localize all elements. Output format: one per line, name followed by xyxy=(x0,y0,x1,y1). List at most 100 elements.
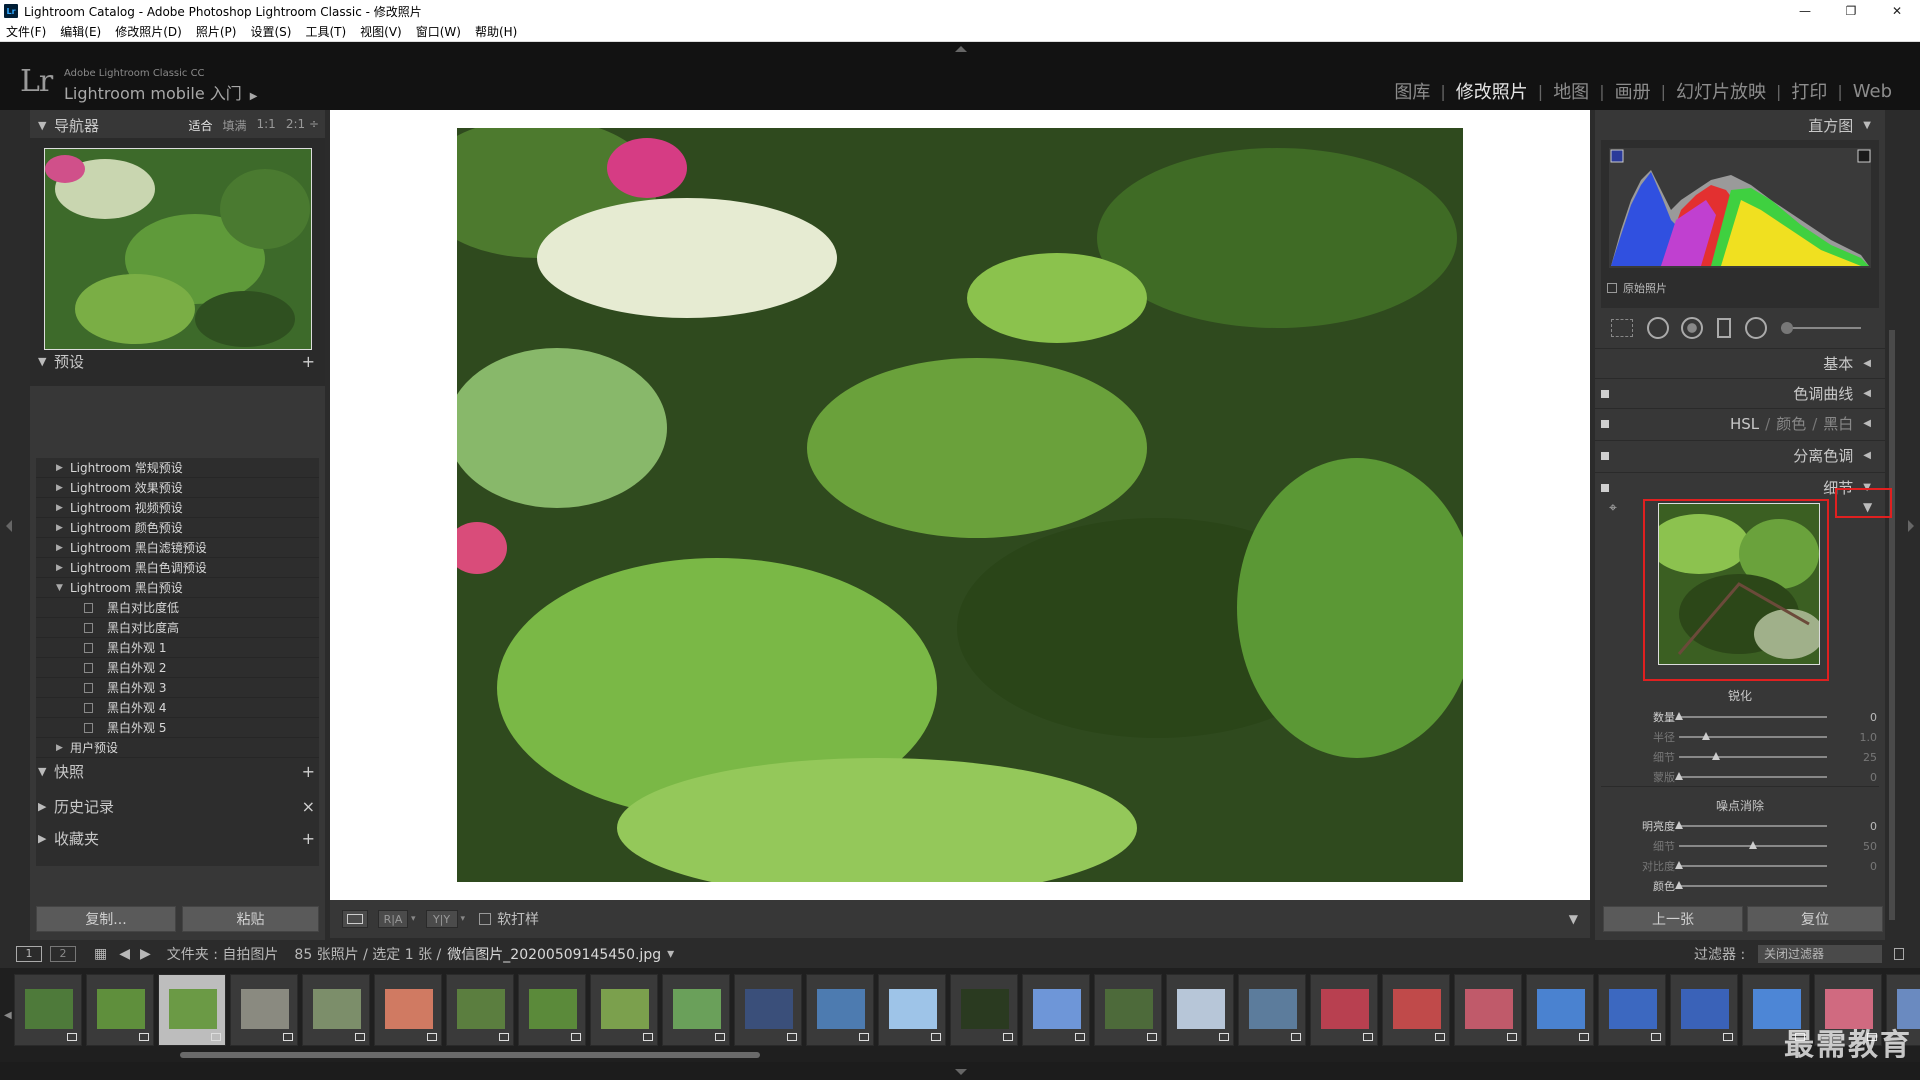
filmstrip-thumbnail[interactable] xyxy=(86,974,154,1046)
panel-toggle-icon[interactable] xyxy=(1601,451,1609,460)
menu-tools[interactable]: 工具(T) xyxy=(305,23,346,40)
sharp-slider-row[interactable]: 细节 25 xyxy=(1595,747,1885,767)
loupe-view-icon[interactable] xyxy=(342,910,368,928)
graduated-filter-icon[interactable] xyxy=(1717,318,1731,338)
sharp-slider-row[interactable]: 数量 0 xyxy=(1595,707,1885,727)
red-eye-icon[interactable] xyxy=(1681,317,1703,339)
filmstrip-thumbnail[interactable] xyxy=(734,974,802,1046)
sharp-slider-row[interactable]: 半径 1.0 xyxy=(1595,727,1885,747)
sharp-slider-value[interactable]: 1.0 xyxy=(1860,731,1878,744)
crop-icon[interactable] xyxy=(1611,319,1633,337)
previous-button[interactable]: 上一张 xyxy=(1603,906,1743,932)
histogram-header[interactable]: 直方图 ▼ xyxy=(1595,110,1885,140)
sharp-slider-knob[interactable] xyxy=(1675,712,1683,720)
sharp-slider-value[interactable]: 25 xyxy=(1863,751,1877,764)
preset-group[interactable]: ▶ 用户预设 xyxy=(36,738,319,758)
module-library[interactable]: 图库 xyxy=(1384,78,1440,104)
sharp-slider-row[interactable]: 蒙版 0 xyxy=(1595,767,1885,787)
preset-item[interactable]: 黑白外观 2 xyxy=(36,658,319,678)
collections-header[interactable]: ▶ 收藏夹 + xyxy=(30,825,325,851)
toolbar-menu-arrow-icon[interactable]: ▼ xyxy=(1569,912,1578,926)
add-snapshot-icon[interactable]: + xyxy=(302,762,315,781)
preset-item[interactable]: 黑白外观 1 xyxy=(36,638,319,658)
radial-filter-icon[interactable] xyxy=(1745,317,1767,339)
preset-item[interactable]: 黑白外观 4 xyxy=(36,698,319,718)
module-slideshow[interactable]: 幻灯片放映 xyxy=(1666,78,1776,104)
selected-filename[interactable]: 微信图片_20200509145450.jpg xyxy=(447,944,661,964)
preset-item[interactable]: 黑白对比度高 xyxy=(36,618,319,638)
menu-edit[interactable]: 编辑(E) xyxy=(60,23,101,40)
adjustment-brush-slider[interactable] xyxy=(1781,322,1861,334)
module-develop[interactable]: 修改照片 xyxy=(1446,78,1538,104)
before-after-view-button[interactable]: R|A xyxy=(378,910,408,928)
menu-view[interactable]: 视图(V) xyxy=(360,23,402,40)
restore-icon[interactable]: ❐ xyxy=(1828,0,1874,22)
collapse-bottom-arrow-icon[interactable] xyxy=(955,1069,967,1075)
noise-slider-knob[interactable] xyxy=(1675,861,1683,869)
filter-select[interactable]: 关闭过滤器 xyxy=(1758,945,1882,963)
preset-group[interactable]: ▶ Lightroom 视频预设 xyxy=(36,498,319,518)
menu-photo[interactable]: 照片(P) xyxy=(196,23,237,40)
back-arrow-icon[interactable]: ◀ xyxy=(119,946,130,962)
panel-toggle-icon[interactable] xyxy=(1601,419,1609,428)
module-map[interactable]: 地图 xyxy=(1543,78,1599,104)
brush-knob[interactable] xyxy=(1781,322,1793,334)
filmstrip-thumbnail[interactable] xyxy=(950,974,1018,1046)
original-photo-toggle[interactable]: 原始照片 xyxy=(1607,280,1667,296)
noise-slider-knob[interactable] xyxy=(1749,841,1757,849)
paste-button[interactable]: 粘贴 xyxy=(182,906,319,932)
filmstrip-thumbnail[interactable] xyxy=(14,974,82,1046)
noise-slider-value[interactable]: 0 xyxy=(1870,820,1877,833)
preset-group[interactable]: ▶ Lightroom 颜色预设 xyxy=(36,518,319,538)
reset-button[interactable]: 复位 xyxy=(1747,906,1883,932)
hsl-header[interactable]: HSL / 颜色 / 黑白 ◀ xyxy=(1595,408,1885,438)
navigator-header[interactable]: ▼ 导航器 适合 填满 1:1 2:1 ÷ xyxy=(30,112,325,138)
module-web[interactable]: Web xyxy=(1843,81,1902,102)
forward-arrow-icon[interactable]: ▶ xyxy=(140,946,151,962)
noise-slider-row[interactable]: 细节 50 xyxy=(1595,836,1885,856)
filmstrip-thumbnail[interactable] xyxy=(374,974,442,1046)
noise-slider-knob[interactable] xyxy=(1675,881,1683,889)
filmstrip-scrollbar[interactable] xyxy=(180,1052,760,1058)
history-header[interactable]: ▶ 历史记录 × xyxy=(30,793,325,819)
image-canvas[interactable] xyxy=(330,110,1590,900)
zoom-1-1[interactable]: 1:1 xyxy=(257,117,276,134)
module-print[interactable]: 打印 xyxy=(1781,78,1837,104)
presets-header[interactable]: ▼ 预设 + xyxy=(30,348,325,374)
filmstrip-thumbnail[interactable] xyxy=(1382,974,1450,1046)
snapshots-header[interactable]: ▼ 快照 + xyxy=(30,758,325,784)
source-label[interactable]: 文件夹 : 自拍图片 xyxy=(167,944,279,964)
filmstrip-left-arrow-icon[interactable]: ◀ xyxy=(4,1010,12,1021)
filename-dropdown-icon[interactable]: ▾ xyxy=(667,946,674,962)
preset-item[interactable]: 黑白外观 5 xyxy=(36,718,319,738)
preset-group[interactable]: ▶ Lightroom 黑白色调预设 xyxy=(36,558,319,578)
minimize-icon[interactable]: — xyxy=(1782,0,1828,22)
menu-window[interactable]: 窗口(W) xyxy=(416,23,461,40)
noise-slider-knob[interactable] xyxy=(1675,821,1683,829)
spot-removal-icon[interactable] xyxy=(1647,317,1669,339)
noise-slider-row[interactable]: 对比度 0 xyxy=(1595,856,1885,876)
navigator-thumbnail[interactable] xyxy=(44,148,312,350)
zoom-fit[interactable]: 适合 xyxy=(188,117,212,134)
collapse-right-arrow-icon[interactable] xyxy=(1908,520,1914,532)
window-1-button[interactable]: 1 xyxy=(16,946,42,962)
close-icon[interactable]: ✕ xyxy=(1874,0,1920,22)
noise-slider-value[interactable]: 50 xyxy=(1863,840,1877,853)
collapse-top-arrow-icon[interactable] xyxy=(955,46,967,52)
module-book[interactable]: 画册 xyxy=(1605,78,1661,104)
menu-settings[interactable]: 设置(S) xyxy=(250,23,291,40)
softproof-checkbox[interactable] xyxy=(479,913,492,925)
filmstrip-thumbnail[interactable] xyxy=(158,974,226,1046)
histogram[interactable]: 原始照片 xyxy=(1601,140,1879,308)
before-after-swap-button[interactable]: Y|Y xyxy=(425,910,458,928)
noise-slider-track[interactable] xyxy=(1679,865,1827,867)
filmstrip-thumbnail[interactable] xyxy=(662,974,730,1046)
filmstrip-thumbnail[interactable] xyxy=(1670,974,1738,1046)
sharp-slider-knob[interactable] xyxy=(1712,752,1720,760)
noise-slider-row[interactable]: 明亮度 0 xyxy=(1595,816,1885,836)
zoom-fill[interactable]: 填满 xyxy=(222,117,246,134)
preset-item[interactable]: 黑白对比度低 xyxy=(36,598,319,618)
sharp-slider-knob[interactable] xyxy=(1701,732,1710,740)
filmstrip-thumbnail[interactable] xyxy=(1094,974,1162,1046)
filmstrip-thumbnail[interactable] xyxy=(1526,974,1594,1046)
